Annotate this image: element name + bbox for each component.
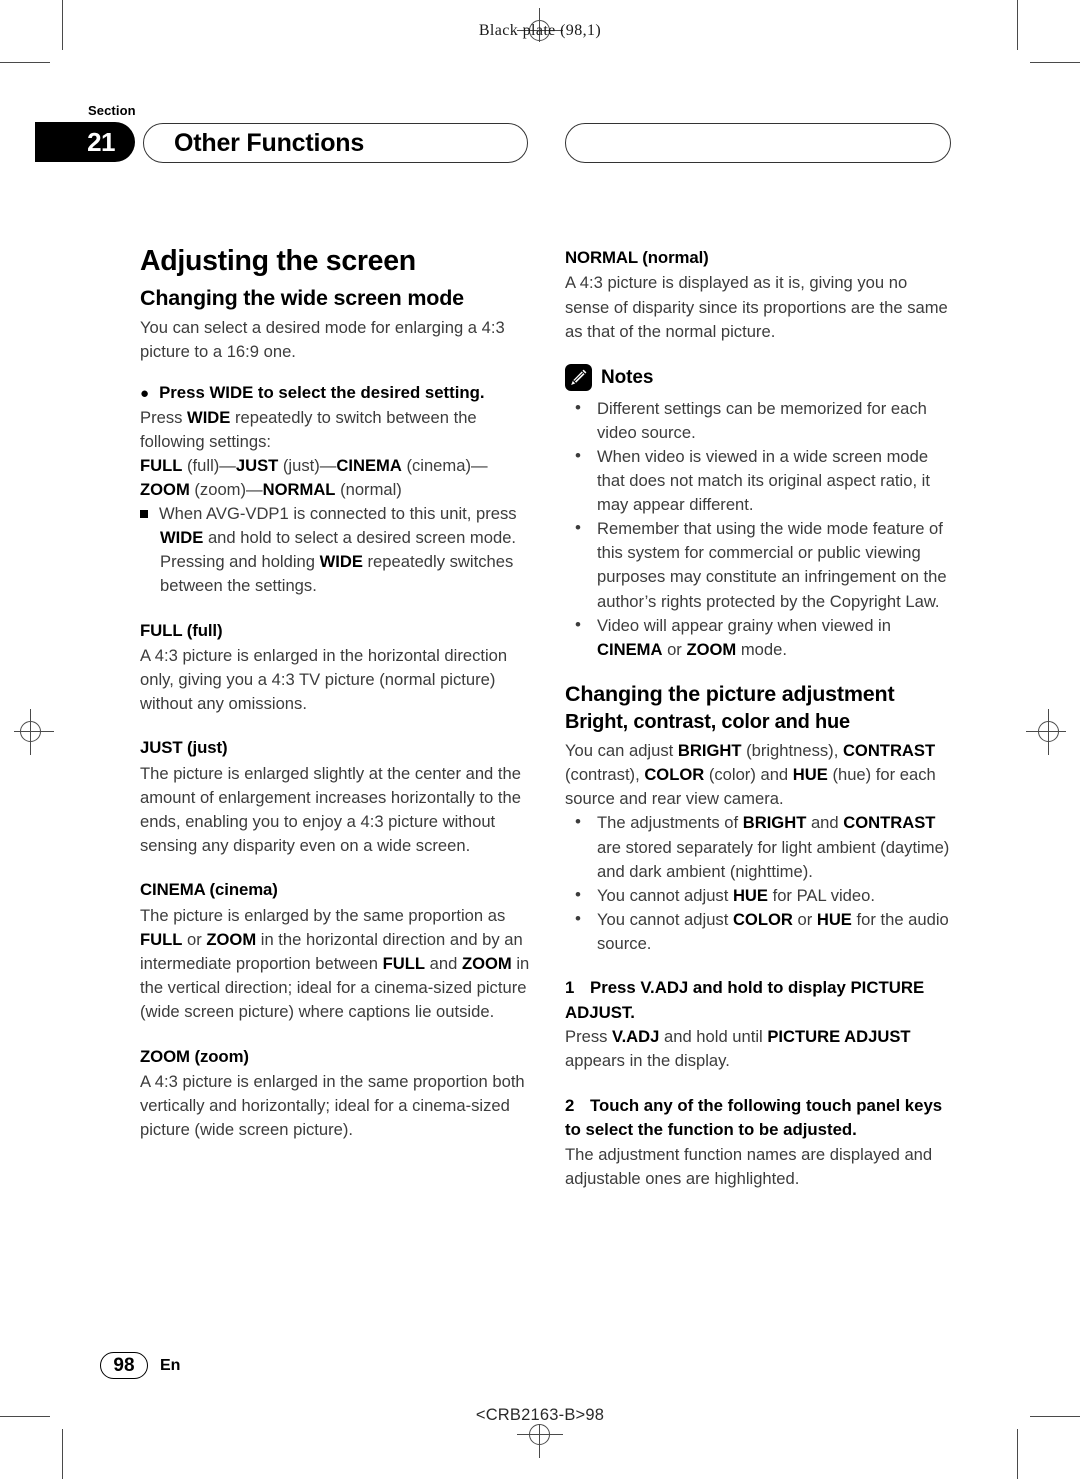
document-code: <CRB2163-B>98: [475, 1406, 605, 1424]
left-column: Adjusting the screen Changing the wide s…: [140, 245, 530, 1142]
adjust-note-item: You cannot adjust COLOR or HUE for the a…: [565, 907, 955, 956]
mode-term-cinema: CINEMA (cinema): [140, 880, 278, 900]
mode-desc-just: The picture is enlarged slightly at the …: [140, 763, 521, 856]
mode-desc-full: A 4:3 picture is enlarged in the horizon…: [140, 646, 508, 714]
step-2-number: 2: [565, 1095, 575, 1115]
page-title: Adjusting the screen: [140, 245, 416, 277]
note-item: Video will appear grainy when viewed in …: [565, 613, 955, 662]
section-title-pill: Other Functions: [143, 123, 528, 163]
step-2-body: The adjustment function names are displa…: [565, 1144, 933, 1188]
crop-mark-top-left-h: [0, 62, 50, 63]
note-item: Different settings can be memorized for …: [565, 395, 955, 445]
manual-page: Black plate (98,1) Section 21 Other Func…: [0, 0, 1080, 1479]
square-bullet-icon: [140, 510, 148, 519]
note-item: When video is viewed in a wide screen mo…: [565, 444, 955, 517]
section-number-badge: 21: [35, 122, 135, 162]
right-column: NORMAL (normal) A 4:3 picture is display…: [565, 246, 955, 1191]
mode-term-zoom: ZOOM (zoom): [140, 1046, 249, 1066]
note-item: Remember that using the wide mode featur…: [565, 516, 955, 614]
instruction-body: Press WIDE repeatedly to switch between …: [140, 407, 477, 451]
instruction-press-wide: ● Press WIDE to select the desired settin…: [140, 382, 485, 402]
step-1-number: 1: [565, 978, 575, 998]
section-label: Section: [88, 103, 136, 118]
mode-desc-cinema: The picture is enlarged by the same prop…: [140, 905, 530, 1022]
page-number-badge: 98: [100, 1352, 148, 1379]
section-title: Other Functions: [174, 128, 365, 157]
adjust-intro: You can adjust BRIGHT (brightness), CONT…: [565, 741, 936, 809]
step-1-body: Press V.ADJ and hold until PICTURE ADJUS…: [565, 1027, 911, 1071]
adjust-note-item: You cannot adjust HUE for PAL video.: [565, 883, 955, 908]
section-heading-picture-adjustment: Changing the picture adjustment: [565, 682, 895, 707]
crop-mark-bottom-right-v: [1017, 1429, 1018, 1479]
registration-mark-left: [8, 709, 54, 755]
mode-term-full: FULL (full): [140, 620, 223, 640]
step-2-heading: 2 Touch any of the following touch panel …: [565, 1095, 943, 1140]
crop-mark-bottom-left-v: [62, 1429, 63, 1479]
round-bullet-icon: ●: [140, 384, 150, 402]
registration-mark-right: [1026, 709, 1072, 755]
crop-mark-top-right-h: [1030, 62, 1080, 63]
pencil-icon: [565, 364, 592, 392]
mode-desc-zoom: A 4:3 picture is enlarged in the same pr…: [140, 1072, 525, 1140]
header-pill-right: [565, 123, 951, 163]
page-language: En: [160, 1357, 181, 1374]
step-1-heading: 1 Press V.ADJ and hold to display PICTURE…: [565, 978, 925, 1022]
mode-term-normal: NORMAL (normal): [565, 248, 709, 267]
mode-sequence: FULL (full)—JUST (just)—CINEMA (cinema)—…: [140, 455, 488, 499]
black-plate-label: Black plate (98,1): [478, 22, 602, 39]
notes-title: Notes: [601, 366, 654, 388]
notes-list: Different settings can be memorized for …: [565, 395, 955, 663]
adjust-note-item: The adjustments of BRIGHT and CONTRAST a…: [565, 810, 955, 883]
intro-paragraph: You can select a desired mode for enlarg…: [140, 317, 505, 361]
mode-term-just: JUST (just): [140, 738, 228, 758]
square-note-avg-vdp1: When AVG-VDP1 is connected to this unit,…: [140, 502, 530, 599]
section-heading-wide-screen: Changing the wide screen mode: [140, 286, 464, 311]
subheading-bright-contrast: Bright, contrast, color and hue: [565, 711, 850, 734]
mode-desc-normal: A 4:3 picture is displayed as it is, giv…: [565, 273, 948, 341]
adjust-notes-list: The adjustments of BRIGHT and CONTRAST a…: [565, 810, 955, 956]
notes-header: Notes: [565, 364, 955, 392]
